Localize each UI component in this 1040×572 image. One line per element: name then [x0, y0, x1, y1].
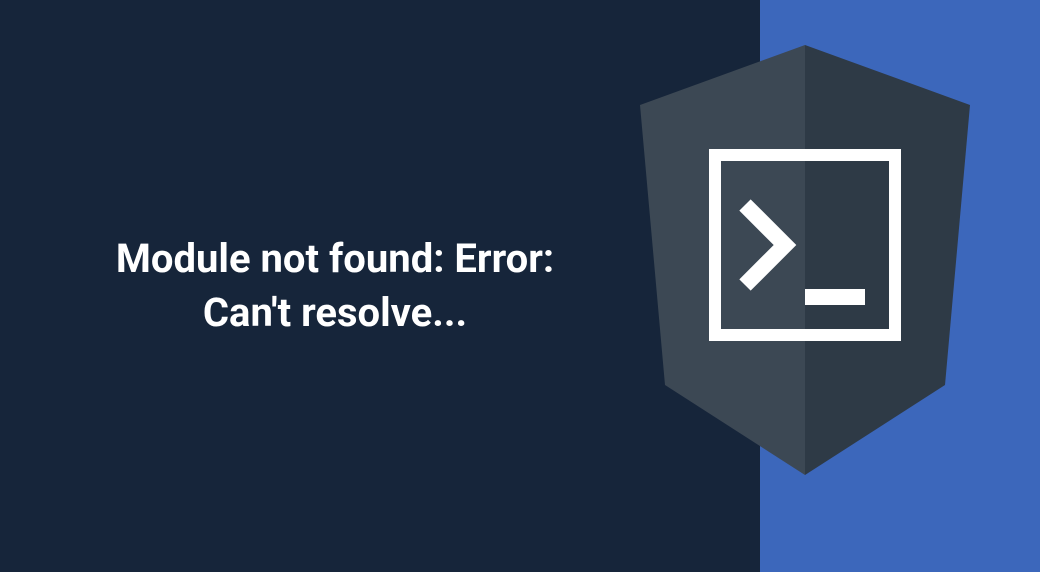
- hero-banner: Module not found: Error: Can't resolve..…: [0, 0, 1040, 572]
- heading-line-2: Can't resolve...: [203, 289, 467, 336]
- angular-shield-icon: [625, 45, 985, 525]
- shield-right-face: [805, 45, 970, 475]
- heading-line-1: Module not found: Error:: [116, 235, 554, 282]
- error-heading: Module not found: Error: Can't resolve..…: [116, 232, 554, 340]
- shield-badge: [625, 45, 985, 525]
